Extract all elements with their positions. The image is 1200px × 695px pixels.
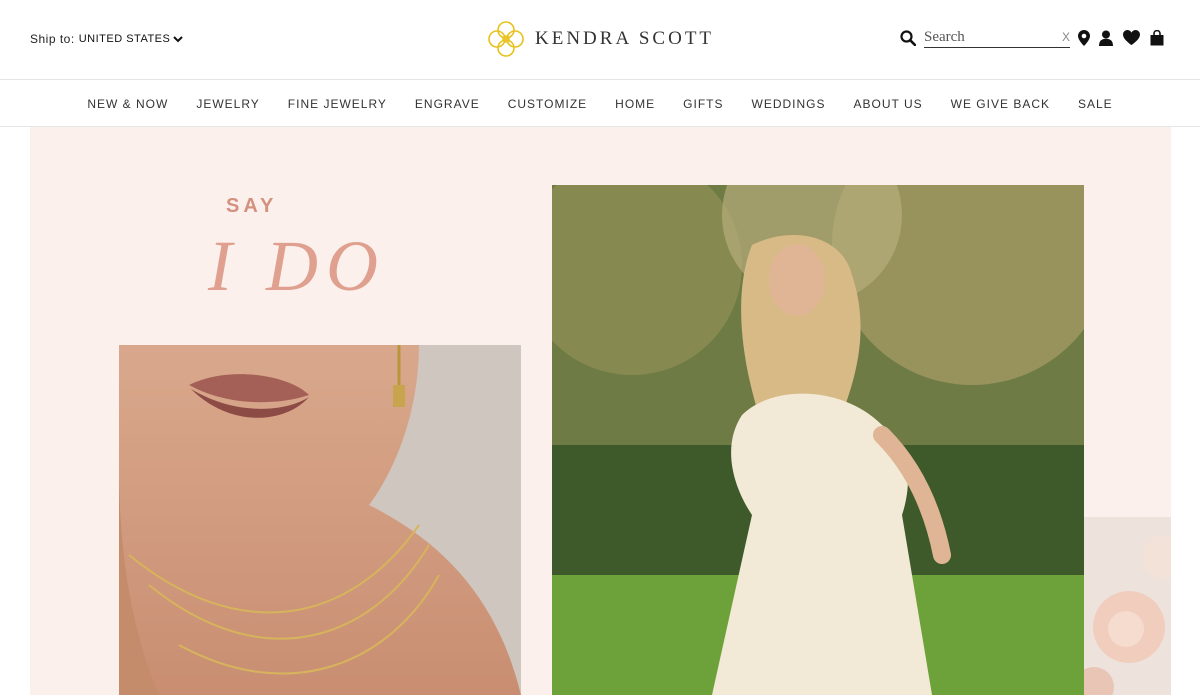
hero-say-text: SAY [226, 195, 278, 217]
map-pin-icon [1078, 30, 1090, 46]
wishlist-link[interactable] [1123, 30, 1140, 46]
heart-icon [1123, 30, 1140, 45]
nav-item-weddings[interactable]: WEDDINGS [752, 97, 826, 111]
ship-to-selector[interactable]: Ship to: UNITED STATES [30, 32, 184, 46]
nav-item-engrave[interactable]: ENGRAVE [415, 97, 480, 111]
site-header: Ship to: UNITED STATES KENDRA SCOTT Sear… [0, 0, 1200, 80]
flowers-photo-edge[interactable] [1084, 517, 1171, 695]
necklace-model-illustration [119, 345, 521, 695]
search-field: X [924, 28, 1070, 48]
brand-name: KENDRA SCOTT [535, 28, 715, 49]
account-link[interactable] [1099, 30, 1113, 46]
search-icon[interactable] [900, 30, 916, 46]
nav-item-sale[interactable]: SALE [1078, 97, 1113, 111]
bride-garden-illustration [552, 185, 1084, 695]
nav-item-customize[interactable]: CUSTOMIZE [508, 97, 587, 111]
bride-garden-photo[interactable] [552, 185, 1084, 695]
ship-country-value: UNITED STATES [78, 33, 171, 45]
ship-country-dropdown[interactable]: UNITED STATES [79, 33, 184, 45]
flowers-illustration [1084, 517, 1171, 695]
kendra-scott-flower-icon [488, 21, 524, 57]
nav-item-jewelry[interactable]: JEWELRY [196, 97, 259, 111]
necklace-model-photo[interactable] [119, 345, 521, 695]
shopping-bag-link[interactable] [1150, 30, 1164, 46]
nav-item-home[interactable]: HOME [615, 97, 655, 111]
hero-banner[interactable]: SAY I DO [30, 127, 1171, 695]
ship-to-label: Ship to: [30, 32, 75, 46]
chevron-down-icon [173, 36, 184, 43]
nav-item-new-and-now[interactable]: NEW & NOW [87, 97, 168, 111]
shopping-bag-icon [1150, 30, 1164, 46]
nav-item-we-give-back[interactable]: WE GIVE BACK [951, 97, 1050, 111]
user-icon [1099, 30, 1113, 46]
search-area: X [900, 28, 1070, 48]
main-navigation: NEW & NOW JEWELRY FINE JEWELRY ENGRAVE C… [0, 81, 1200, 127]
nav-item-fine-jewelry[interactable]: FINE JEWELRY [288, 97, 387, 111]
nav-item-about-us[interactable]: ABOUT US [854, 97, 923, 111]
nav-item-gifts[interactable]: GIFTS [683, 97, 723, 111]
brand-logo[interactable]: KENDRA SCOTT [486, 19, 714, 59]
hero-headline: I DO [208, 226, 386, 306]
store-locator-link[interactable] [1078, 30, 1090, 46]
search-input[interactable] [924, 28, 1054, 47]
search-clear-button[interactable]: X [1062, 30, 1070, 44]
